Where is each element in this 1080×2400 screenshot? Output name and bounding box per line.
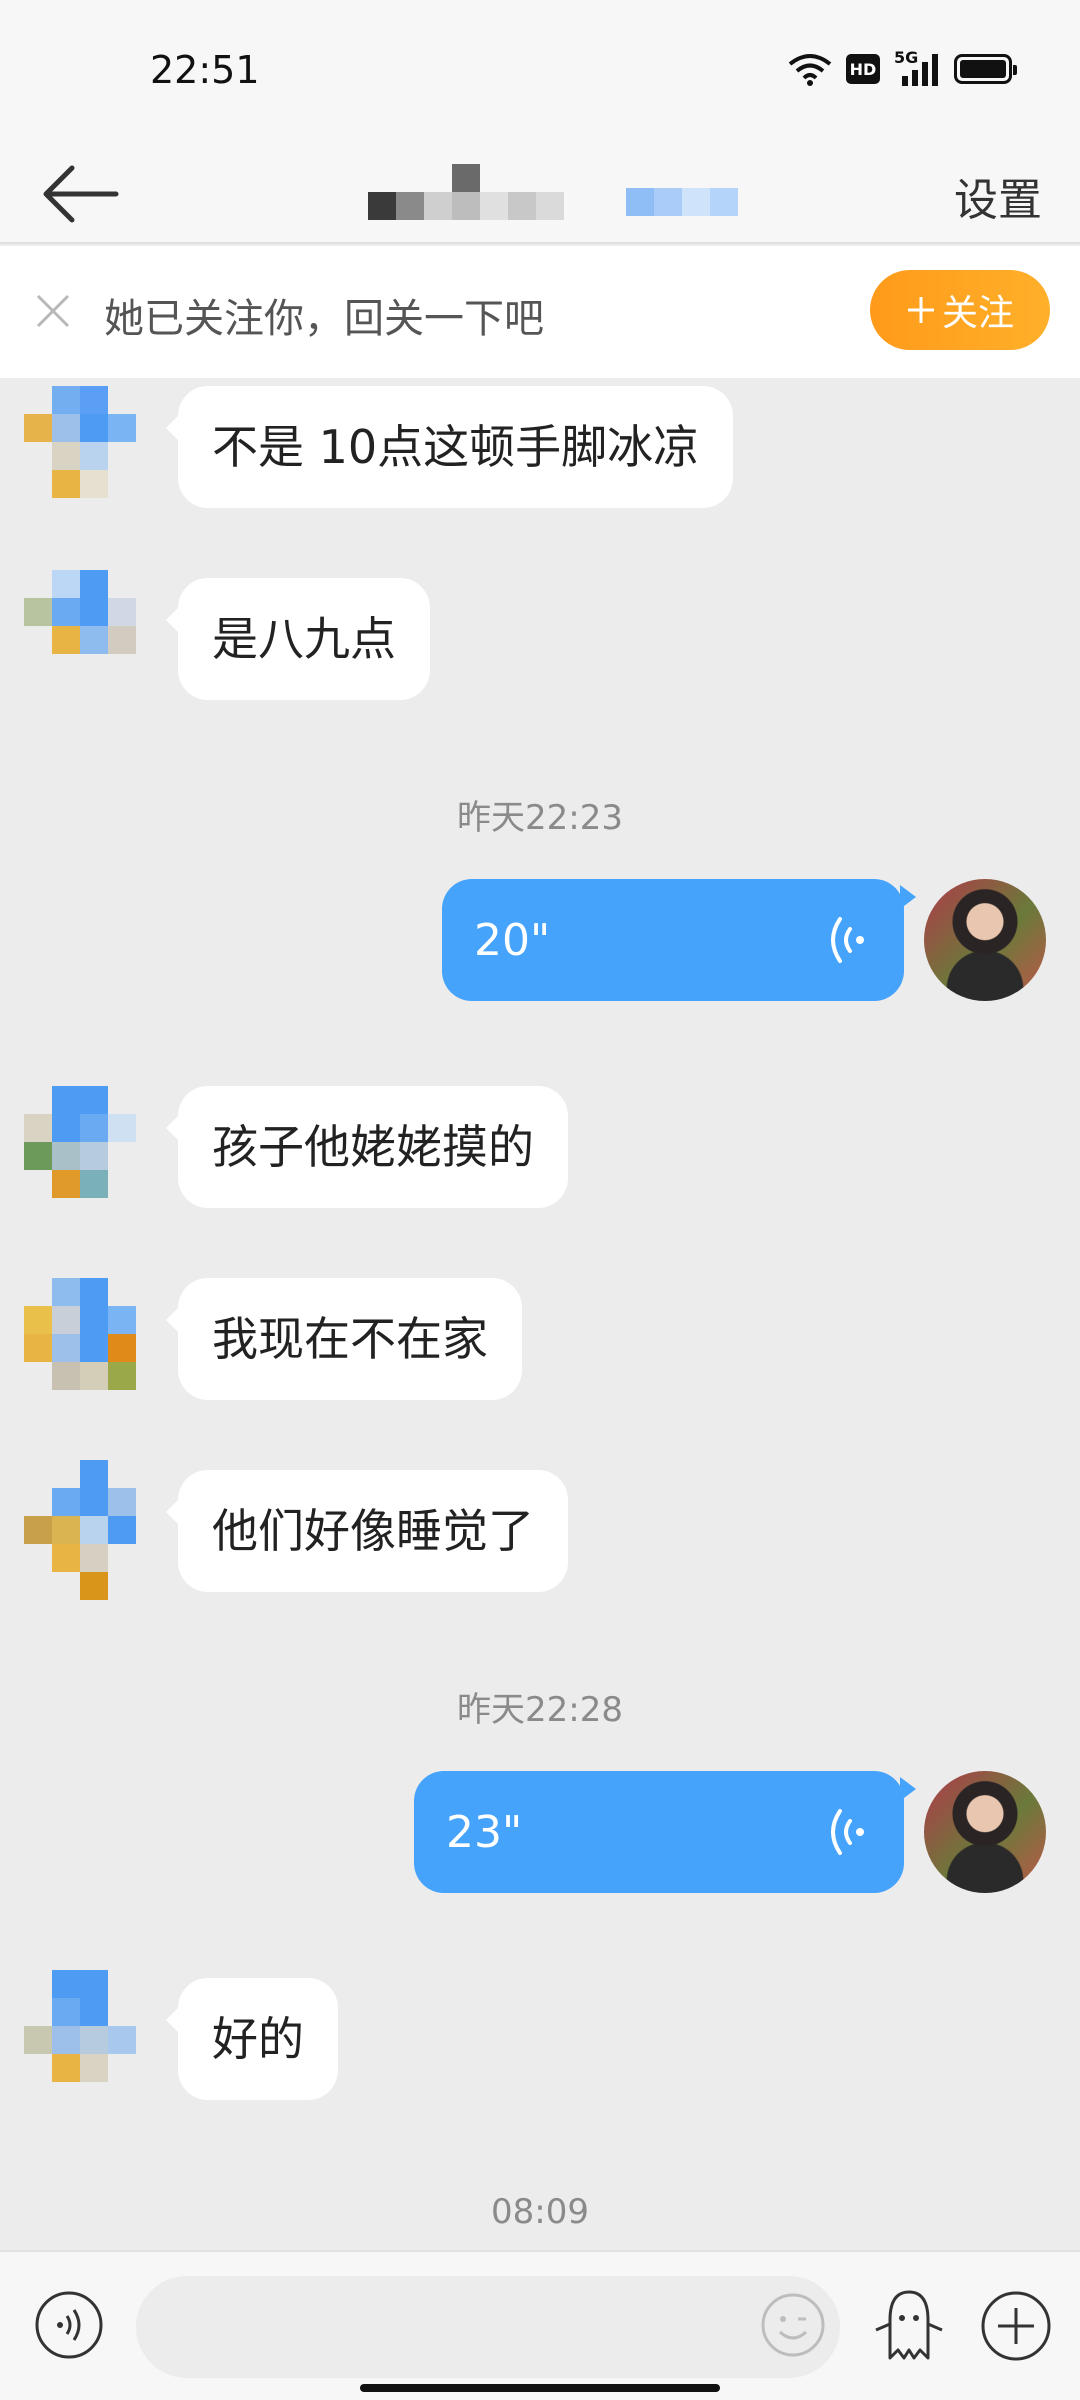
plus-icon	[981, 2291, 1051, 2361]
arrow-left-icon	[43, 165, 119, 223]
hd-label: HD	[849, 59, 877, 79]
home-indicator[interactable]	[360, 2384, 720, 2392]
contact-avatar[interactable]	[24, 1970, 166, 2090]
voice-message-bubble[interactable]: 23"	[414, 1771, 916, 1893]
follow-banner: 她已关注你，回关一下吧 关注	[0, 246, 1080, 378]
status-time: 22:51	[150, 48, 260, 92]
chat-title-redacted	[340, 162, 750, 226]
input-bar	[0, 2250, 1080, 2400]
settings-button[interactable]: 设置	[954, 164, 1042, 228]
more-actions-button[interactable]	[980, 2290, 1052, 2362]
battery-icon	[954, 54, 1017, 84]
message-timestamp: 08:09	[491, 2192, 589, 2232]
message-bubble[interactable]: 不是 10点这顿手脚冰凉	[165, 386, 734, 508]
plus-icon	[907, 297, 934, 323]
voice-duration: 23"	[446, 1807, 523, 1858]
follow-button-label: 关注	[941, 293, 1014, 334]
follow-button[interactable]: 关注	[870, 270, 1050, 350]
close-banner-button[interactable]	[30, 288, 76, 334]
message-bubble[interactable]: 好的	[166, 1978, 338, 2100]
status-bar: 22:51 HD 5G	[0, 0, 1080, 140]
message-timestamp: 昨天22:23	[457, 798, 623, 838]
voice-duration: 20"	[474, 915, 551, 966]
follow-back-prompt: 她已关注你，回关一下吧	[104, 296, 544, 342]
contact-avatar[interactable]	[24, 1278, 166, 1398]
nav-bar: 设置	[0, 140, 1080, 244]
emoji-button[interactable]	[760, 2292, 826, 2358]
emoji-icon	[761, 2293, 825, 2357]
message-timestamp: 昨天22:28	[457, 1690, 623, 1730]
voice-message-bubble[interactable]: 20"	[442, 879, 916, 1001]
back-button[interactable]	[36, 154, 126, 234]
contact-avatar[interactable]	[24, 570, 166, 690]
message-input[interactable]	[136, 2276, 840, 2378]
contact-avatar[interactable]	[24, 1460, 166, 1600]
voice-wave-icon	[831, 1809, 864, 1855]
voice-input-button[interactable]	[34, 2290, 104, 2360]
contact-avatar[interactable]	[24, 1086, 166, 1206]
contact-avatar[interactable]	[24, 378, 166, 498]
close-icon	[36, 294, 70, 328]
message-bubble[interactable]: 我现在不在家	[166, 1278, 522, 1400]
signal-5g-icon: 5G	[894, 48, 940, 86]
my-avatar[interactable]	[924, 1771, 1046, 1893]
wifi-icon	[788, 54, 832, 86]
sticker-icon	[875, 2290, 943, 2360]
voice-input-icon	[35, 2291, 103, 2359]
status-icons: HD 5G	[788, 48, 1017, 86]
hd-icon: HD	[846, 54, 880, 84]
message-bubble[interactable]: 孩子他姥姥摸的	[166, 1086, 568, 1208]
sticker-button[interactable]	[870, 2280, 948, 2364]
message-bubble[interactable]: 是八九点	[166, 578, 430, 700]
chat-area[interactable]: 不是 10点这顿手脚冰凉 是八九点 昨天22:23 20" 孩子他姥姥摸的 我现…	[0, 378, 1080, 2250]
my-avatar[interactable]	[924, 879, 1046, 1001]
network-label: 5G	[894, 48, 919, 67]
message-bubble[interactable]: 他们好像睡觉了	[166, 1470, 568, 1592]
voice-wave-icon	[831, 917, 864, 963]
